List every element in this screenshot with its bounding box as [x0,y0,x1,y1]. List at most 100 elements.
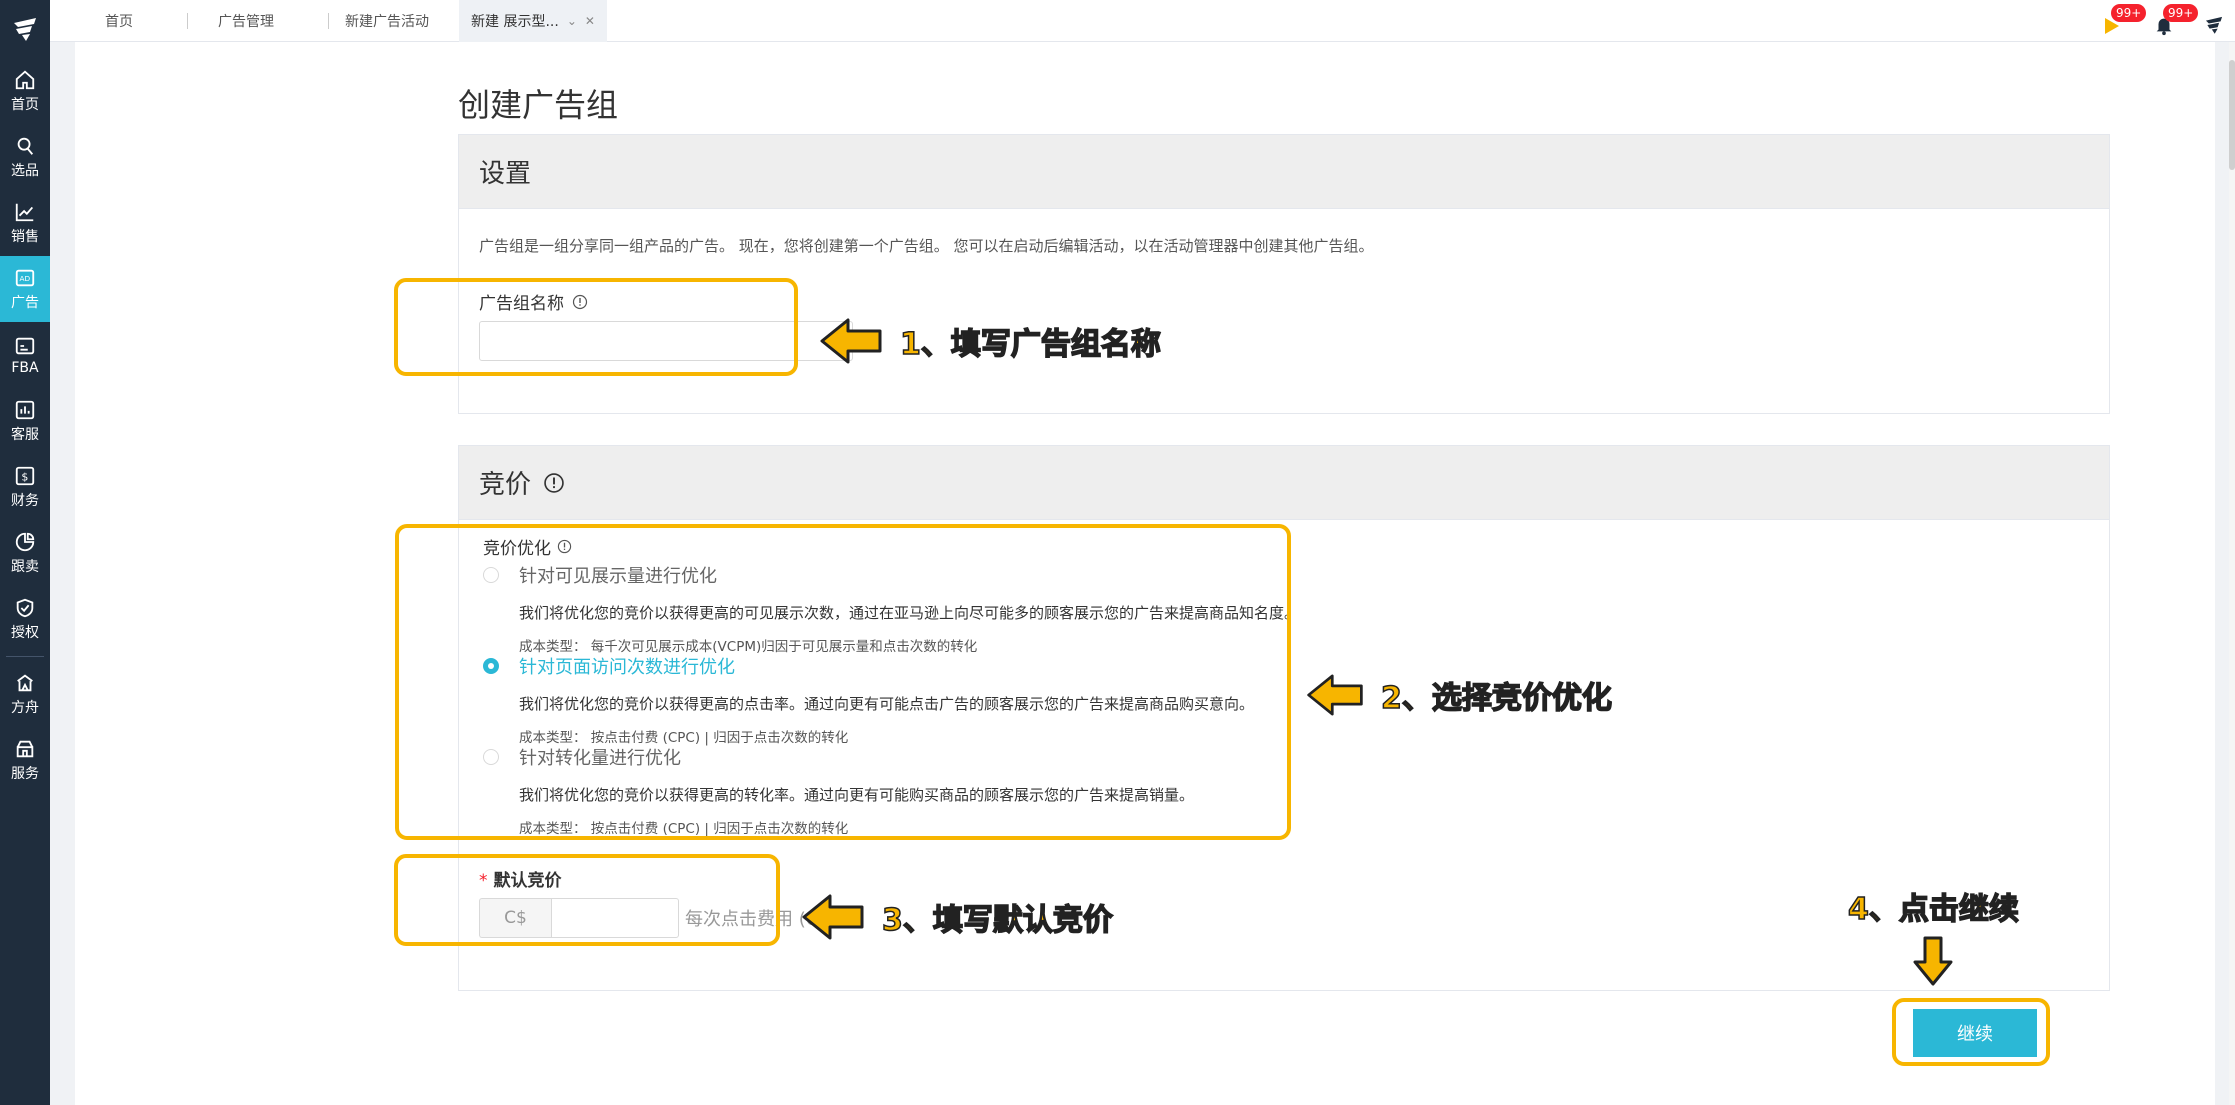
tab-label: 新建广告活动 [345,13,429,30]
sidebar-item-label: 财务 [11,492,39,509]
option-description: 我们将优化您的竞价以获得更高的转化率。通过向更有可能购买商品的顾客展示您的广告来… [519,786,1195,804]
arrow-left-icon [802,894,864,940]
annotation-step-4: 4、点击继续 [1847,884,2020,988]
pie-icon [15,532,35,551]
annotation-step-3: 3、填写默认竞价 [800,892,1114,942]
sidebar-item-label: 方舟 [11,699,39,716]
close-icon[interactable]: ✕ [585,14,595,28]
sidebar-item-authorization[interactable]: 授权 [0,586,50,652]
default-bid-input[interactable] [551,898,679,938]
sidebar-item-fba[interactable]: FBA [0,322,50,388]
tab-new-display-campaign[interactable]: 新建 展示型... ⌄ ✕ [459,0,607,42]
radio-option[interactable]: 针对页面访问次数进行优化 [483,653,1383,679]
option-cost-type: 成本类型： 按点击付费 (CPC) | 归因于点击次数的转化 [519,821,849,837]
box-icon [15,337,35,354]
radio-option[interactable]: 针对转化量进行优化 [483,744,1383,770]
bidding-title-text: 竞价 [479,470,532,500]
dollar-icon: $ [15,466,35,485]
sidebar-item-label: 客服 [11,426,39,443]
sidebar-item-label: 选品 [11,162,39,179]
message-button[interactable]: 99+ [2097,4,2147,36]
option-cost-type: 成本类型： 每千次可见展示成本(VCPM)归因于可见展示量和点击次数的转化 [519,639,978,655]
sidebar-item-label: 服务 [11,765,39,782]
tab-label: 新建 展示型... [471,13,559,30]
svg-text:$: $ [21,470,28,483]
sidebar-divider [6,656,44,657]
app-logo[interactable] [0,0,50,58]
tab-label: 广告管理 [218,13,274,30]
required-mark: * [479,871,488,891]
settings-panel: 设置 广告组是一组分享同一组产品的广告。 现在，您将创建第一个广告组。 您可以在… [458,134,2110,414]
bid-option-viewable-impressions[interactable]: 针对可见展示量进行优化 我们将优化您的竞价以获得更高的可见展示次数，通过在亚马逊… [483,562,1383,655]
annotation-step-3-text: 3、填写默认竞价 [881,902,1113,939]
settings-description: 广告组是一组分享同一组产品的广告。 现在，您将创建第一个广告组。 您可以在启动后… [479,237,1374,255]
bid-optimization-label: 竞价优化 [483,534,572,559]
group-name-label: 广告组名称 [479,289,588,314]
shop-icon [16,740,34,757]
annotation-step-4-text: 4、点击继续 [1847,891,2019,928]
sidebar-item-follow-sell[interactable]: 跟卖 [0,520,50,586]
tab-ad-management[interactable]: 广告管理 [188,0,329,42]
option-description: 我们将优化您的竞价以获得更高的可见展示次数，通过在亚马逊上向尽可能多的顾客展示您… [519,604,1300,622]
default-bid-label: * 默认竞价 [479,866,562,891]
sidebar-item-label: 首页 [11,96,39,113]
logo-icon [14,18,36,41]
option-description: 我们将优化您的竞价以获得更高的点击率。通过向更有可能点击广告的顾客展示您的广告来… [519,695,1255,713]
bid-option-page-visits[interactable]: 针对页面访问次数进行优化 我们将优化您的竞价以获得更高的点击率。通过向更有可能点… [483,653,1383,746]
group-name-input[interactable] [479,321,853,361]
option-title: 针对可见展示量进行优化 [519,566,717,587]
settings-panel-title: 设置 [459,135,2109,209]
home-icon [15,70,35,89]
tab-home[interactable]: 首页 [50,0,188,42]
radio-button[interactable] [483,749,499,765]
radio-button[interactable] [483,567,499,583]
annotation-step-2-text: 2、选择竞价优化 [1380,680,1612,717]
avatar[interactable] [2199,6,2229,36]
sidebar-item-product-selection[interactable]: 选品 [0,124,50,190]
option-cost-type: 成本类型： 按点击付费 (CPC) | 归因于点击次数的转化 [519,730,849,746]
sidebar: 首页 选品 销售 AD 广告 FBA 客服 $ 财务 跟卖 授权 方舟 服务 [0,0,50,1105]
sidebar-item-customer-service[interactable]: 客服 [0,388,50,454]
group-name-label-text: 广告组名称 [479,294,564,314]
sidebar-item-label: 授权 [11,624,39,641]
info-icon[interactable] [572,294,588,310]
sidebar-item-home[interactable]: 首页 [0,58,50,124]
radio-button[interactable] [483,658,499,674]
search-icon [17,137,34,155]
chart-box-icon [15,400,35,419]
sidebar-item-sales[interactable]: 销售 [0,190,50,256]
scrollbar[interactable] [2229,42,2235,1105]
sidebar-item-label: FBA [11,359,39,376]
sidebar-item-ark[interactable]: 方舟 [0,661,50,727]
notification-button[interactable]: 99+ [2149,4,2199,36]
continue-button[interactable]: 继续 [1913,1009,2037,1057]
default-bid-label-text: 默认竞价 [493,871,562,891]
default-bid-field: C$ 每次点击费用 (CPC) [479,898,849,938]
header-actions: 99+ 99+ [2097,0,2229,42]
info-icon[interactable] [557,539,572,554]
sidebar-item-finance[interactable]: $ 财务 [0,454,50,520]
sidebar-item-service[interactable]: 服务 [0,727,50,793]
tab-label: 首页 [105,13,133,30]
user-avatar-icon [2205,16,2223,34]
scrollbar-thumb[interactable] [2229,60,2235,170]
sidebar-item-label: 广告 [11,294,39,311]
ark-icon [17,674,33,691]
bid-option-conversions[interactable]: 针对转化量进行优化 我们将优化您的竞价以获得更高的转化率。通过向更有可能购买商品… [483,744,1383,837]
shield-icon [16,598,34,617]
annotation-step-2: 2、选择竞价优化 [1305,672,1613,718]
notification-badge: 99+ [2163,4,2199,22]
info-icon[interactable] [543,472,565,494]
bidding-panel-title: 竞价 [459,446,2109,520]
option-title: 针对转化量进行优化 [519,748,681,769]
tab-bar: 首页 广告管理 新建广告活动 新建 展示型... ⌄ ✕ 99+ 99+ [50,0,2235,42]
message-badge: 99+ [2111,4,2147,22]
tab-new-campaign[interactable]: 新建广告活动 [329,0,459,42]
radio-option[interactable]: 针对可见展示量进行优化 [483,562,1383,588]
sidebar-item-ads[interactable]: AD 广告 [0,256,50,322]
chevron-down-icon[interactable]: ⌄ [567,14,577,28]
arrow-left-icon [1307,674,1363,716]
annotation-step-1-text: 1、填写广告组名称 [899,326,1161,363]
arrow-left-icon [820,318,882,364]
sidebar-item-label: 跟卖 [11,558,39,575]
